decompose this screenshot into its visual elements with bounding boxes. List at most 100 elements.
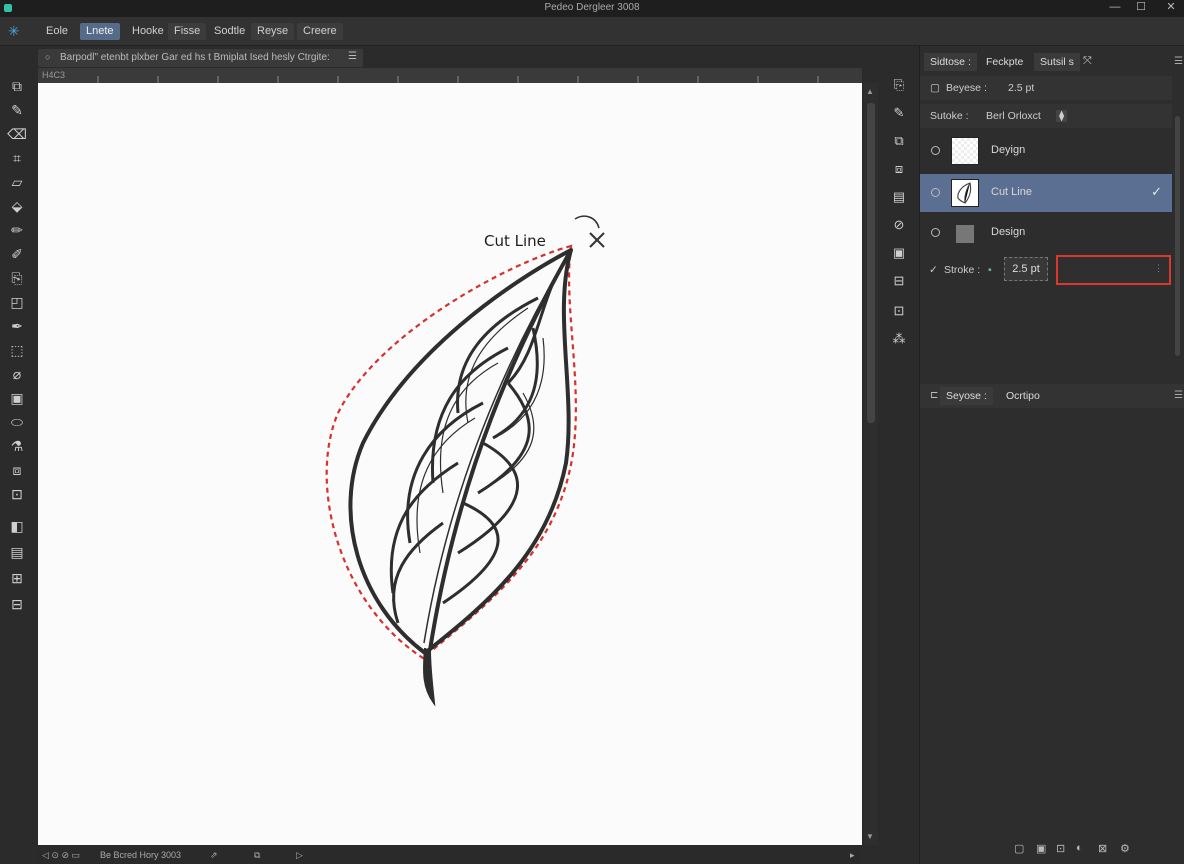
delete-icon[interactable]: ⊠	[1098, 842, 1107, 855]
app-logo-icon[interactable]: ✳	[8, 23, 20, 40]
check-icon[interactable]: ✓	[929, 264, 938, 276]
stroke-color-icon[interactable]: ▪	[988, 264, 992, 276]
select-tool-icon[interactable]: ⬚	[6, 340, 28, 360]
color-swatch-icon[interactable]: ◧	[6, 516, 28, 536]
option-2-label: Sutoke :	[930, 110, 969, 122]
maximize-button[interactable]: ☐	[1126, 0, 1156, 17]
layers-comp-icon[interactable]: ⧈	[890, 160, 908, 178]
glyph-panel-icon[interactable]: ⊡	[890, 302, 908, 320]
menu-item-5[interactable]: Sodtle	[208, 23, 251, 40]
status-bar: ◁ ⊙ ⊘ ▭ Be Bcred Hory 3003 ⇗ ⧉ ▷ ▸	[38, 846, 862, 864]
panel-option-row-1: ▢ Beyese : 2.5 pt	[920, 76, 1172, 100]
paths-panel-icon[interactable]: ▤	[890, 188, 908, 206]
image-tool-icon[interactable]: ▣	[6, 388, 28, 408]
layers-panel: Sidtose : Feckpte Sutsil s ⤧ ☰ ▢ Beyese …	[919, 46, 1184, 864]
link-panel-icon[interactable]: ⊘	[890, 216, 908, 234]
fill-tool-icon[interactable]: ⬙	[6, 196, 28, 216]
stamp-tool-icon[interactable]: ⎘	[6, 268, 28, 288]
square-icon: ▢	[930, 82, 940, 94]
ruler-label: H4C3	[42, 70, 66, 80]
image-panel-icon[interactable]: ▣	[890, 244, 908, 262]
scroll-up-icon[interactable]: ▲	[866, 87, 874, 96]
dropper-tool-icon[interactable]: ⚗	[6, 436, 28, 456]
scroll-down-icon[interactable]: ▼	[866, 832, 874, 841]
artboard-tool-icon[interactable]: ⊡	[6, 484, 28, 504]
new-layer-icon[interactable]: ▢	[1014, 842, 1024, 855]
close-button[interactable]: ✕	[1156, 0, 1184, 17]
panel-scroll-thumb[interactable]	[1175, 116, 1180, 356]
checkmark-icon: ✓	[1151, 184, 1162, 199]
menu-item-6[interactable]: Reyse	[251, 23, 295, 40]
scroll-thumb[interactable]	[867, 103, 875, 423]
panel-menu-icon[interactable]: ☰	[1174, 56, 1183, 67]
tools-panel: ⧉ ✎ ⌫ ⌗ ▱ ⬙ ✏ ✐ ⎘ ◰ ✒ ⬚ ⌀ ▣ ⬭ ⚗ ⧈ ⊡ ◧ ▤ …	[0, 70, 34, 630]
frame-tool-icon[interactable]: ⊞	[6, 568, 28, 588]
scroll-right-icon[interactable]: ▷	[296, 850, 303, 861]
menu-item-1[interactable]: Eole	[40, 23, 74, 40]
menu-item-3[interactable]: Hooke	[126, 23, 170, 40]
mask-icon[interactable]: ⊡	[1056, 842, 1065, 855]
layer-row[interactable]: Deyign	[920, 132, 1172, 170]
eraser-tool-icon[interactable]: ⌫	[6, 124, 28, 144]
highlighted-empty-field[interactable]: ⋮	[1056, 255, 1171, 285]
tab-3[interactable]: Sutsil s	[1034, 53, 1080, 71]
brush-tool-icon[interactable]: ✐	[6, 244, 28, 264]
horizontal-ruler: H4C3	[38, 68, 862, 83]
pencil-tool-icon[interactable]: ✏	[6, 220, 28, 240]
layer-row[interactable]: Design	[920, 214, 1172, 252]
expand-icon[interactable]: ⤧	[1083, 55, 1092, 68]
tab-menu-icon[interactable]: ☰	[348, 51, 357, 62]
crop-tool-icon[interactable]: ⌗	[6, 148, 28, 168]
layers-icon[interactable]: ⧉	[254, 850, 260, 861]
menu-item-4[interactable]: Fisse	[168, 23, 207, 40]
option-2-value[interactable]: Berl Orloxct	[986, 110, 1041, 122]
group-icon[interactable]: ▣	[1036, 842, 1046, 855]
smudge-tool-icon[interactable]: ⬭	[6, 412, 28, 432]
stroke-width-input[interactable]: 2.5 pt	[1004, 257, 1048, 281]
title-bar: Pedeo Dergleer 3008 — ☐ ✕	[0, 0, 1184, 17]
settings-icon[interactable]: ⚙	[1120, 842, 1130, 855]
move-tool-icon[interactable]: ⧉	[6, 76, 28, 96]
history-panel-icon[interactable]: ⎘	[890, 76, 908, 94]
document-canvas[interactable]: Cut Line	[38, 83, 862, 845]
heal-tool-icon[interactable]: ⌀	[6, 364, 28, 384]
layer-row-selected[interactable]: Cut Line ✓	[920, 174, 1172, 212]
lock-icon[interactable]: ⧫	[1056, 110, 1068, 122]
eyedropper-tool-icon[interactable]: ✒	[6, 316, 28, 336]
tab-1[interactable]: Sidtose :	[924, 53, 977, 71]
leaf-artwork	[325, 215, 605, 707]
brush-panel-icon[interactable]: ✎	[890, 104, 908, 122]
panel-scrollbar[interactable]	[1173, 106, 1183, 376]
visibility-icon[interactable]	[931, 228, 940, 237]
more-icon[interactable]: ⋮	[1154, 263, 1163, 274]
grid-tool-icon[interactable]: ⊟	[6, 594, 28, 614]
panel-tabs: Sidtose : Feckpte Sutsil s ⤧ ☰	[920, 50, 1184, 72]
panel-menu-icon[interactable]: ☰	[1174, 390, 1183, 401]
status-controls[interactable]: ◁ ⊙ ⊘ ▭	[42, 850, 80, 861]
transform-tool-icon[interactable]: ⧈	[6, 460, 28, 480]
share-icon[interactable]: ⇗	[210, 850, 218, 861]
layer-thumbnail-leaf	[951, 179, 979, 207]
canvas-vertical-scrollbar[interactable]: ▲ ▼	[864, 83, 878, 845]
panel-option-row-2: Sutoke : Berl Orloxct ⧫	[920, 104, 1172, 128]
pen-tool-icon[interactable]: ✎	[6, 100, 28, 120]
stroke-setting-row: ✓ Stroke : ▪ 2.5 pt ⋮	[920, 254, 1172, 288]
shape-tool-icon[interactable]: ◰	[6, 292, 28, 312]
option-1-value[interactable]: 2.5 pt	[1008, 82, 1034, 94]
tab-2[interactable]: Feckpte	[980, 53, 1029, 71]
tab-secondary-2[interactable]: Ocrtipo	[1000, 387, 1046, 405]
menu-item-2[interactable]: Lnete	[80, 23, 120, 40]
visibility-icon[interactable]	[931, 146, 940, 155]
artboard-panel-icon[interactable]: ⊟	[890, 272, 908, 290]
tab-secondary-1[interactable]: Seyose :	[940, 387, 993, 405]
document-tab[interactable]: ○ Barpodl" etenbt plxber Gar ed hs t Bmi…	[38, 49, 363, 67]
menu-item-7[interactable]: Creere	[297, 23, 343, 40]
cut-line-annotation: Cut Line	[484, 232, 546, 250]
rectangle-tool-icon[interactable]: ▱	[6, 172, 28, 192]
scroll-right-end-icon[interactable]: ▸	[850, 850, 855, 861]
screen-mode-icon[interactable]: ▤	[6, 542, 28, 562]
visibility-icon[interactable]	[931, 188, 940, 197]
effects-panel-icon[interactable]: ⁂	[890, 330, 908, 348]
adjust-icon[interactable]: ◐	[1076, 842, 1083, 854]
clone-panel-icon[interactable]: ⧉	[890, 132, 908, 150]
